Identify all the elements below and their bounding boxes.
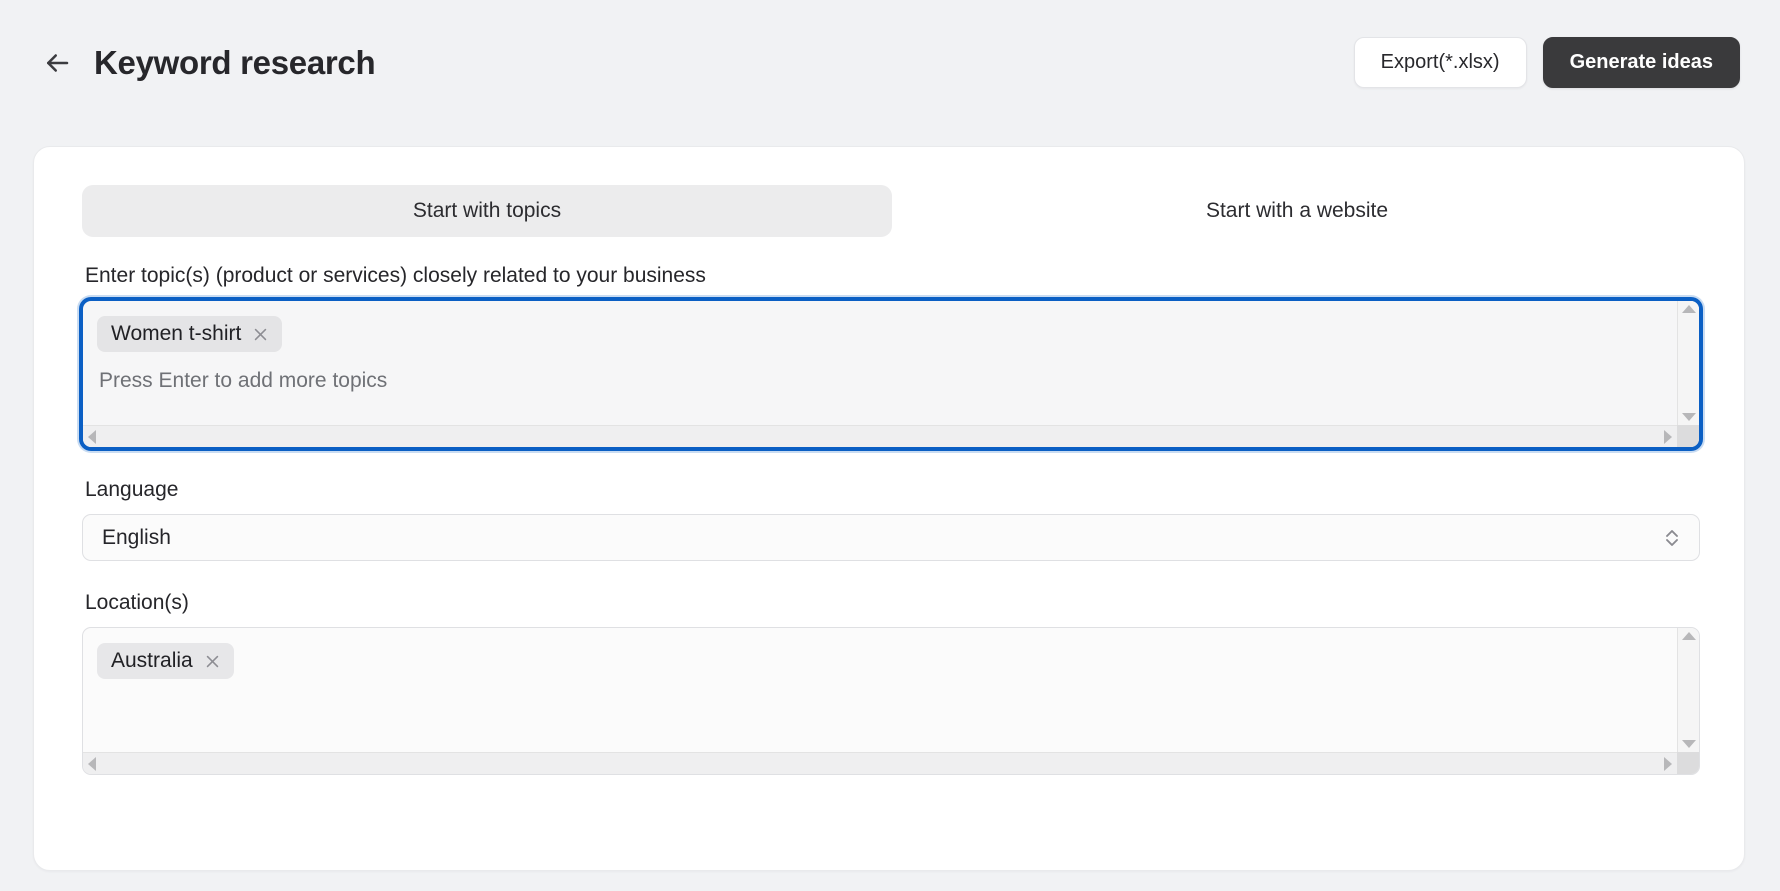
scroll-up-arrow-icon[interactable]	[1681, 632, 1696, 640]
topics-scroll-corner	[1677, 425, 1699, 447]
topic-chip[interactable]: Women t-shirt	[97, 316, 283, 352]
tab-start-with-topics-label: Start with topics	[412, 199, 562, 222]
location-chip[interactable]: Australia	[97, 643, 234, 679]
page-title: Keyword research	[94, 43, 376, 81]
mode-tabs: Start with topics Start with a website	[82, 185, 1702, 237]
scroll-right-arrow-icon[interactable]	[1664, 756, 1672, 771]
header-left-group: Keyword research	[0, 43, 376, 82]
scroll-right-arrow-icon[interactable]	[1664, 429, 1672, 444]
locations-token-area[interactable]: Australia	[83, 628, 1677, 752]
card-content: Start with topics Start with a website E…	[34, 147, 1744, 775]
topics-token-area[interactable]: Women t-shirt Press Enter to add more to…	[83, 301, 1677, 425]
scroll-down-arrow-icon[interactable]	[1681, 413, 1696, 421]
scroll-left-arrow-icon[interactable]	[88, 756, 96, 771]
topics-label: Enter topic(s) (product or services) clo…	[85, 264, 706, 287]
tab-start-with-a-website[interactable]: Start with a website	[892, 185, 1702, 237]
location-chip-label: Australia	[111, 649, 193, 672]
locations-scroll-corner	[1677, 752, 1699, 774]
locations-vertical-scrollbar[interactable]	[1677, 628, 1699, 752]
topics-input[interactable]: Women t-shirt Press Enter to add more to…	[82, 300, 1700, 448]
chevron-up-down-icon[interactable]	[1663, 526, 1681, 550]
topics-horizontal-scrollbar[interactable]	[83, 425, 1677, 447]
tab-start-with-a-website-label: Start with a website	[1205, 199, 1389, 222]
keyword-research-card: Start with topics Start with a website E…	[33, 146, 1745, 871]
language-label: Language	[85, 478, 179, 501]
close-icon[interactable]	[252, 326, 269, 343]
export-button[interactable]: Export(*.xlsx)	[1353, 37, 1527, 88]
scroll-up-arrow-icon[interactable]	[1681, 305, 1696, 313]
topics-placeholder: Press Enter to add more topics	[99, 369, 388, 392]
scroll-down-arrow-icon[interactable]	[1681, 740, 1696, 748]
topic-chip-label: Women t-shirt	[111, 322, 242, 345]
arrow-left-icon[interactable]	[42, 48, 72, 78]
header-actions: Export(*.xlsx) Generate ideas	[1353, 37, 1780, 88]
scroll-left-arrow-icon[interactable]	[88, 429, 96, 444]
close-icon[interactable]	[204, 653, 221, 670]
locations-horizontal-scrollbar[interactable]	[83, 752, 1677, 774]
page-header: Keyword research Export(*.xlsx) Generate…	[0, 0, 1780, 125]
keyword-research-page: Keyword research Export(*.xlsx) Generate…	[0, 0, 1780, 891]
locations-label: Location(s)	[85, 591, 189, 614]
locations-input[interactable]: Australia	[82, 627, 1700, 775]
generate-ideas-button[interactable]: Generate ideas	[1542, 37, 1740, 88]
language-select-value: English	[102, 525, 171, 549]
topics-vertical-scrollbar[interactable]	[1677, 301, 1699, 425]
language-select[interactable]: English	[82, 514, 1700, 561]
tab-start-with-topics[interactable]: Start with topics	[82, 185, 892, 237]
